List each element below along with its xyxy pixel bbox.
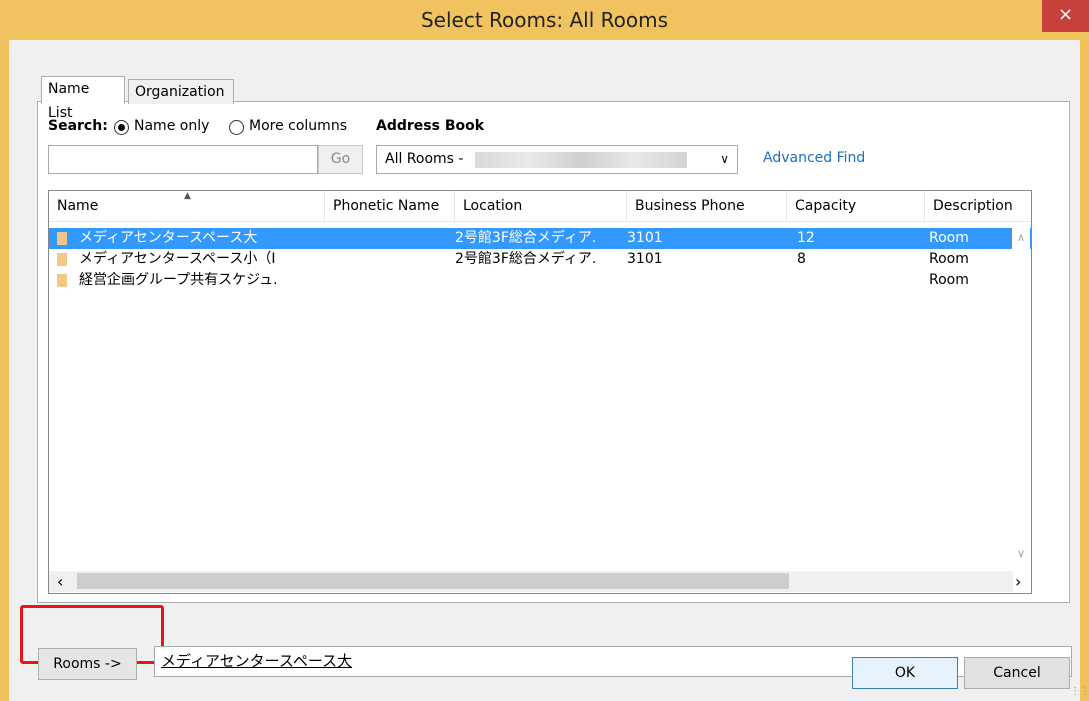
room-icon	[57, 232, 67, 245]
sort-ascending-icon: ▲	[184, 191, 191, 201]
list-item[interactable]: 経営企画グループ共有スケジュ. Room	[49, 270, 1031, 291]
close-icon: ×	[1057, 4, 1074, 25]
blurred-region	[475, 152, 687, 168]
tab-name-list[interactable]: Name List	[41, 76, 125, 121]
cell-phone: 3101	[627, 230, 663, 246]
horizontal-scrollbar[interactable]: ‹	[49, 571, 1013, 592]
scroll-up-icon[interactable]: ∧	[1017, 231, 1025, 244]
column-header-description[interactable]: Description	[925, 191, 1031, 221]
rooms-field-value: メディアセンタースペース大	[161, 652, 353, 670]
more-columns-label[interactable]: More columns	[249, 118, 347, 134]
tab-organization[interactable]: Organization	[128, 79, 234, 104]
cell-description: Room	[929, 230, 969, 246]
rooms-button[interactable]: Rooms ->	[38, 648, 137, 680]
address-book-selected: All Rooms -	[385, 151, 464, 167]
search-input[interactable]	[48, 145, 318, 174]
dialog-window: Select Rooms: All Rooms × Name List Orga…	[0, 0, 1089, 701]
cell-capacity: 12	[797, 230, 815, 246]
scrollbar-thumb[interactable]	[77, 573, 789, 589]
room-icon	[57, 253, 67, 266]
scroll-left-icon[interactable]: ‹	[57, 571, 63, 592]
cell-description: Room	[929, 251, 969, 267]
name-only-label[interactable]: Name only	[134, 118, 209, 134]
rooms-list: Name ▲ Phonetic Name Location Business P…	[48, 190, 1032, 594]
name-only-radio[interactable]	[114, 120, 129, 135]
cell-location: 2号館3F総合メディア.	[455, 251, 597, 267]
chevron-down-icon: ∨	[720, 152, 729, 166]
address-book-label: Address Book	[376, 118, 485, 134]
ok-button[interactable]: OK	[852, 657, 958, 689]
dialog-title: Select Rooms: All Rooms	[420, 8, 669, 32]
scroll-down-icon[interactable]: ∨	[1017, 547, 1025, 560]
close-button[interactable]: ×	[1042, 0, 1089, 32]
advanced-find-link[interactable]: Advanced Find	[763, 150, 865, 166]
room-icon	[57, 274, 67, 287]
more-columns-radio[interactable]	[229, 120, 244, 135]
cell-location: 2号館3F総合メディア.	[455, 230, 597, 246]
list-item[interactable]: メディアセンタースペース大 2号館3F総合メディア. 3101 12 Room	[49, 228, 1031, 249]
list-item[interactable]: メディアセンタースペース小（I 2号館3F総合メディア. 3101 8 Room	[49, 249, 1031, 270]
column-header-capacity[interactable]: Capacity	[787, 191, 925, 221]
cancel-button[interactable]: Cancel	[964, 657, 1070, 689]
scroll-right-icon[interactable]: ›	[1015, 571, 1021, 592]
go-button[interactable]: Go	[318, 145, 363, 174]
column-header-business-phone[interactable]: Business Phone	[627, 191, 787, 221]
cell-phone: 3101	[627, 251, 663, 267]
cell-capacity: 8	[797, 251, 806, 267]
column-header-phonetic[interactable]: Phonetic Name	[325, 191, 455, 221]
vertical-scrollbar[interactable]	[1012, 222, 1030, 572]
cell-name: 経営企画グループ共有スケジュ.	[79, 272, 278, 288]
cell-name: メディアセンタースペース大	[79, 230, 258, 246]
resize-grip-icon[interactable]: ⋮⋮	[1070, 686, 1089, 697]
cell-description: Room	[929, 272, 969, 288]
list-header: Name ▲ Phonetic Name Location Business P…	[49, 191, 1031, 222]
cell-name: メディアセンタースペース小（I	[79, 251, 276, 267]
column-header-location[interactable]: Location	[455, 191, 627, 221]
address-book-select[interactable]: All Rooms - ∨	[376, 145, 738, 174]
